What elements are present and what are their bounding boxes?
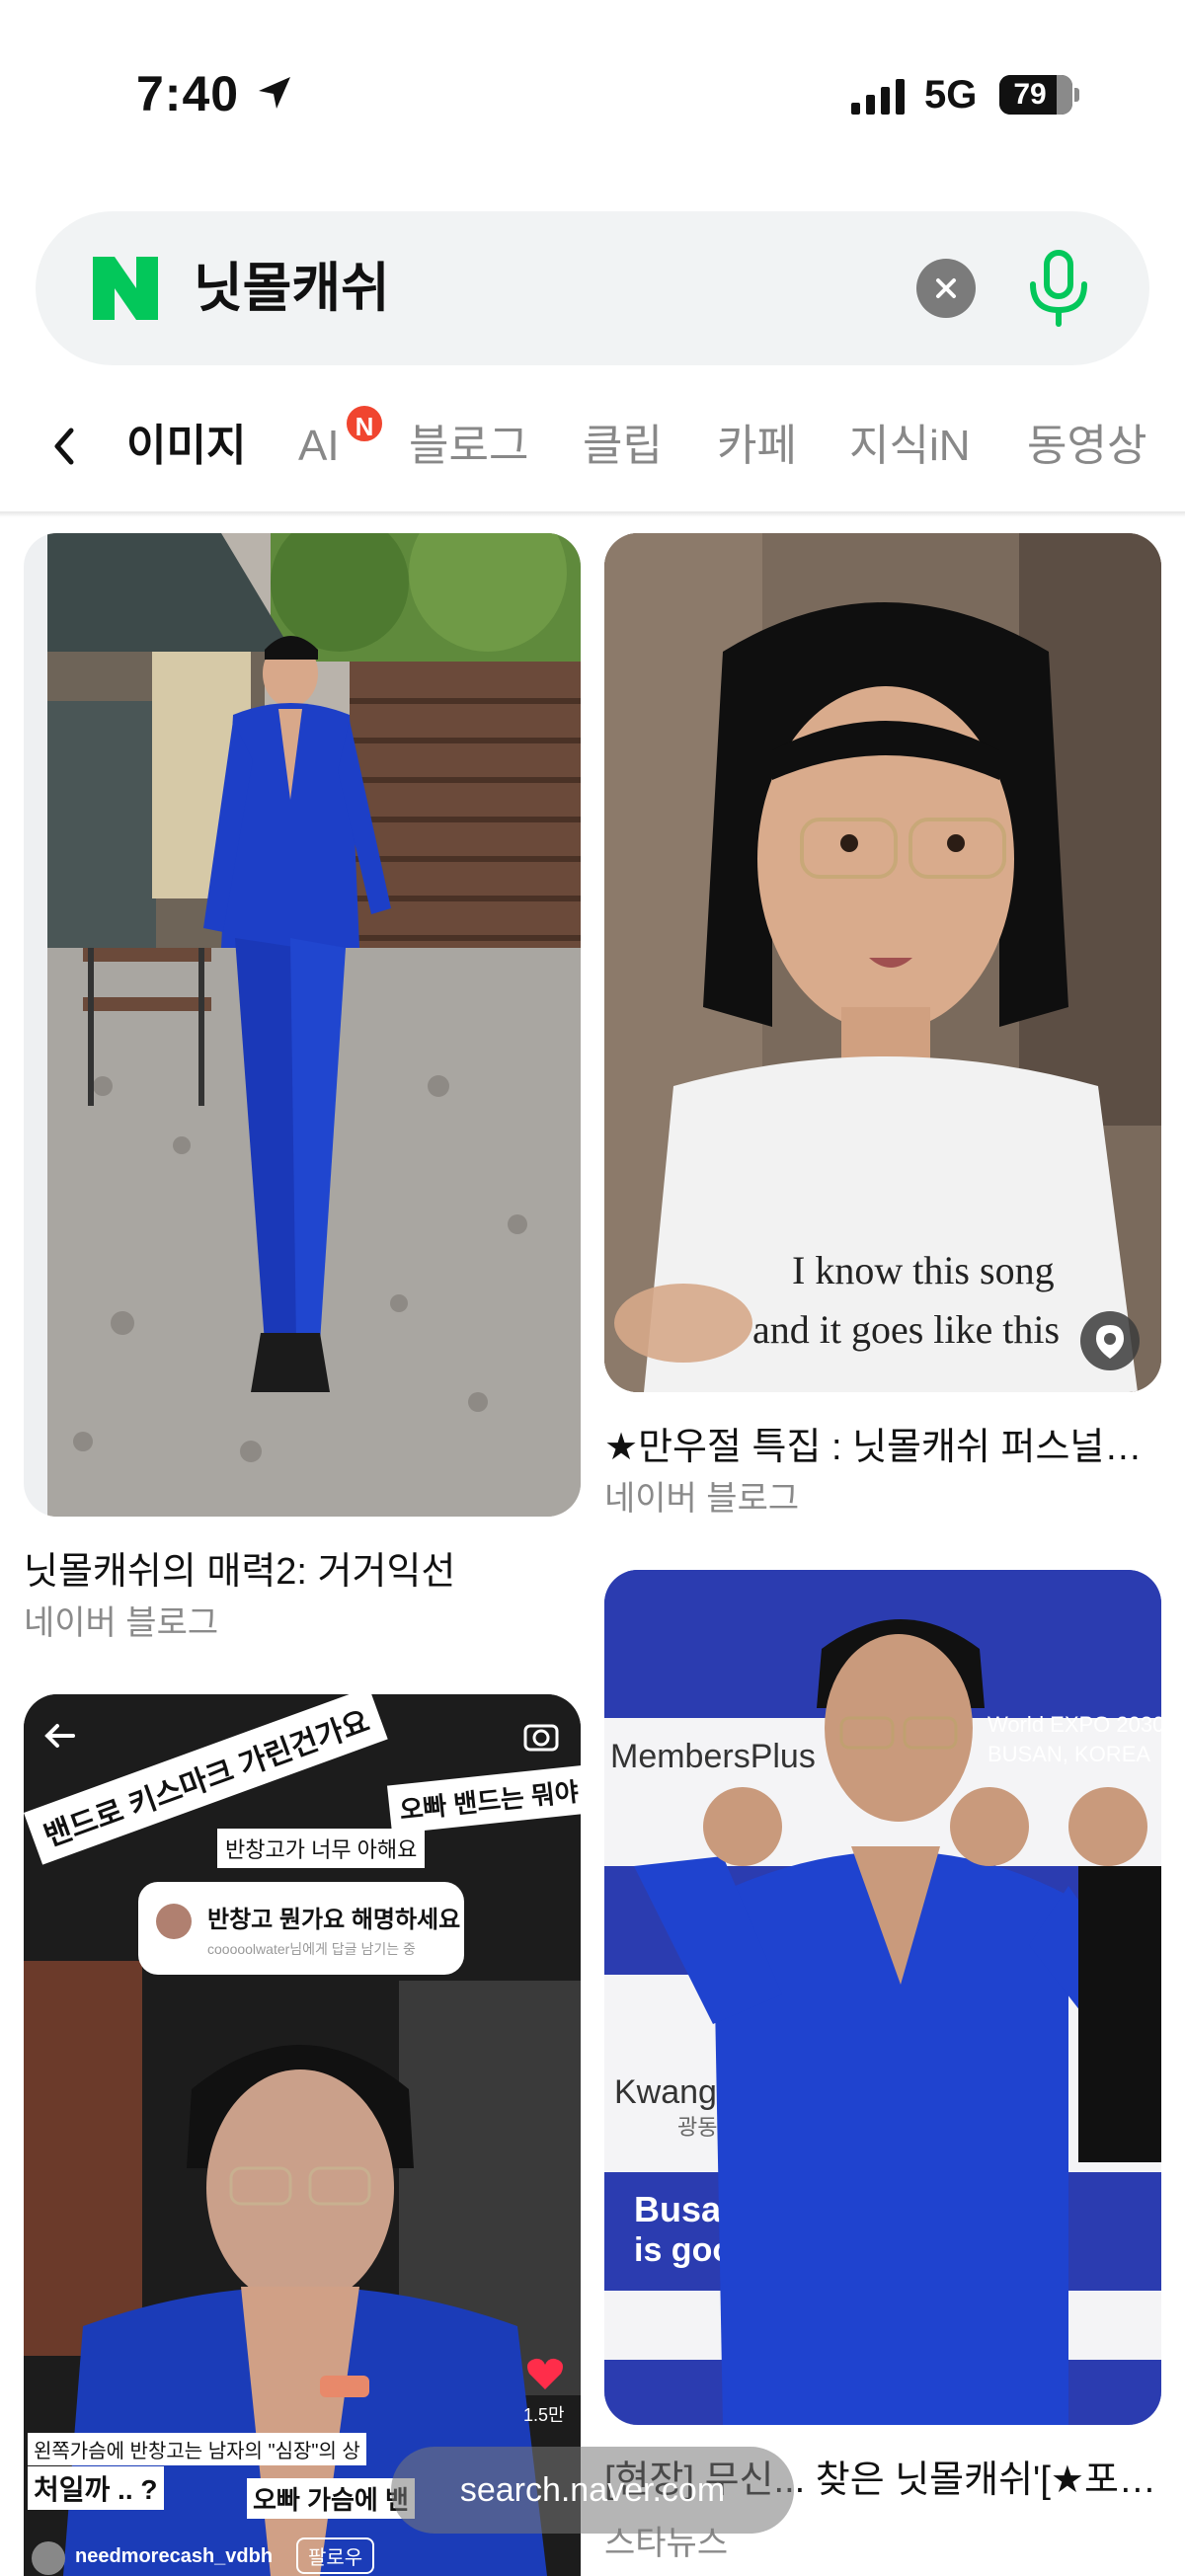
result-title[interactable]: 닛몰캐쉬의 매력2: 거거익선: [24, 1540, 577, 1595]
result-source[interactable]: 네이버 블로그: [24, 1596, 218, 1644]
shirt-text-line1: I know this song: [792, 1248, 1055, 1292]
clear-search-button[interactable]: [916, 259, 976, 318]
like-count: 1.5만: [523, 2405, 565, 2425]
new-badge: N: [344, 403, 385, 444]
status-time: 7:40: [136, 66, 240, 121]
backdrop-text: BUSAN, KOREA: [988, 1742, 1150, 1766]
tab-video[interactable]: 동영상: [1027, 417, 1146, 476]
divider: [0, 511, 1185, 517]
question-sticker: 반창고 뭔가요 해명하세요 cooooolwater님에게 답글 남기는 중: [138, 1882, 464, 1975]
backdrop-text: World EXPO 2030: [988, 1712, 1161, 1737]
avatar: [156, 1904, 192, 1939]
tab-knowledge-in[interactable]: 지식iN: [849, 417, 971, 476]
location-arrow-icon: [259, 77, 290, 109]
tab-clip[interactable]: 클립: [583, 417, 663, 476]
result-image[interactable]: 밴드로 키스마크 가린건가요 오빠 밴드는 뭐야 반창고가 너무 아해요 반창고…: [24, 1694, 581, 2576]
location-pin-button[interactable]: [1080, 1311, 1140, 1370]
camera-icon: [523, 1724, 559, 1752]
tab-image[interactable]: 이미지: [126, 417, 246, 476]
overlay-caption: 왼쪽가슴에 반창고는 남자의 "심장"의 상: [28, 2433, 366, 2465]
overlay-chip: 반창고가 너무 아해요: [217, 1829, 426, 1868]
tab-blog[interactable]: 블로그: [409, 417, 528, 476]
heart-icon: [527, 2358, 563, 2389]
url-bar[interactable]: search.naver.com: [391, 2447, 794, 2534]
battery-icon: 79: [999, 75, 1079, 115]
question-sub: cooooolwater님에게 답글 남기는 중: [207, 1941, 416, 1957]
battery-percent: 79: [1013, 78, 1047, 111]
follow-button: 팔로우: [296, 2537, 375, 2574]
overlay-caption: 처일까 .. ?: [28, 2466, 164, 2510]
shirt-text-line2: and it goes like this: [752, 1307, 1060, 1352]
network-type: 5G: [924, 73, 978, 117]
result-image[interactable]: MembersPlus World EXPO 2030 BUSAN, KOREA…: [604, 1570, 1161, 2425]
overlay-caption: 오빠 가슴에 밴: [247, 2478, 415, 2519]
status-bar: 7:40 5G 79: [0, 0, 1185, 188]
result-title[interactable]: ★만우절 특집 : 닛몰캐쉬 퍼스널컬...: [604, 1416, 1157, 1470]
back-chevron-icon[interactable]: [43, 417, 83, 476]
close-icon: [936, 278, 956, 298]
result-image[interactable]: I know this song and it goes like this: [604, 533, 1161, 1392]
microphone-icon[interactable]: [1021, 249, 1096, 328]
cellular-signal-icon: [851, 79, 905, 115]
reels-username: needmorecash_vdbh: [75, 2545, 274, 2567]
location-pin-icon: [1096, 1325, 1124, 1359]
tab-cafe[interactable]: 카페: [717, 417, 797, 476]
result-source[interactable]: 네이버 블로그: [604, 1471, 799, 1520]
search-category-tabs: 이미지 AI N 블로그 클립 카페 지식iN 동영상: [0, 393, 1185, 502]
naver-logo-icon[interactable]: [93, 257, 158, 320]
avatar: [32, 2541, 65, 2575]
tab-ai[interactable]: AI: [298, 417, 340, 476]
search-bar[interactable]: 닛몰캐쉬: [36, 211, 1149, 365]
question-text: 반창고 뭔가요 해명하세요: [207, 1907, 461, 1933]
search-input[interactable]: 닛몰캐쉬: [194, 257, 390, 320]
result-image[interactable]: [24, 533, 581, 1517]
backdrop-text: MembersPlus: [610, 1738, 816, 1775]
back-arrow-icon: [44, 1724, 75, 1748]
